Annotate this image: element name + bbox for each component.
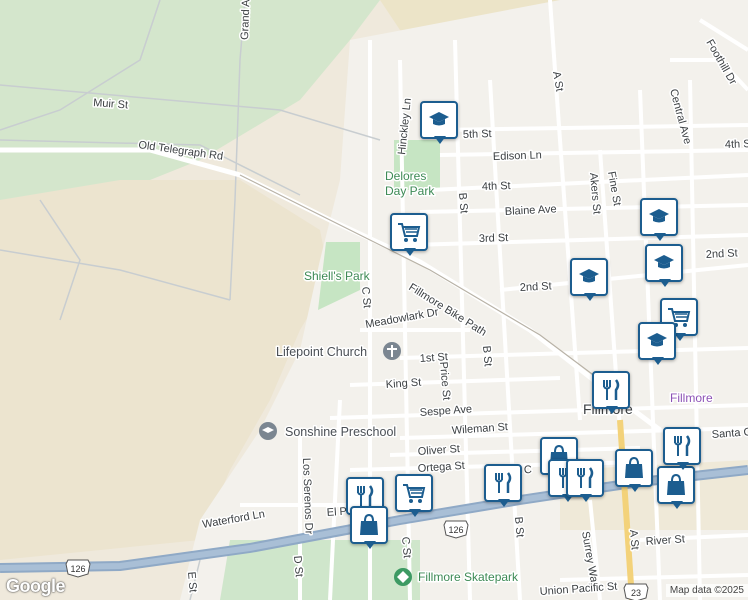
- skatepark-pin[interactable]: [394, 568, 412, 586]
- svg-text:126: 126: [70, 564, 85, 574]
- shopping-marker[interactable]: [390, 213, 428, 257]
- el-p-label: El P: [326, 506, 347, 519]
- store-marker[interactable]: [615, 449, 653, 493]
- shopping-cart-icon: [403, 484, 426, 503]
- school-marker[interactable]: [420, 101, 458, 145]
- b-st-lower-label: B St: [512, 516, 526, 538]
- map-attribution[interactable]: Map data ©2025: [665, 584, 748, 597]
- store-marker[interactable]: [657, 466, 695, 510]
- shopping-bag-icon: [625, 456, 643, 478]
- shopping-cart-icon: [398, 223, 421, 242]
- c-st-label: C St: [359, 286, 373, 308]
- d-st-label: D St: [291, 555, 305, 577]
- a-st-south-label: A St: [627, 529, 641, 550]
- school-marker[interactable]: [640, 198, 678, 242]
- route-shield-126-east: 126: [443, 520, 469, 539]
- e-st-label: E St: [185, 571, 199, 593]
- grand-ave-label: Grand Ave: [239, 0, 253, 40]
- third-st-label: 3rd St: [479, 232, 509, 245]
- shopping-bag-icon: [667, 473, 685, 495]
- svg-text:126: 126: [448, 525, 463, 535]
- school-marker[interactable]: [638, 322, 676, 366]
- lifepoint-church-label: Lifepoint Church: [276, 345, 367, 359]
- church-pin[interactable]: [383, 342, 401, 360]
- graduation-cap-icon: [429, 112, 449, 126]
- fork-knife-icon: [495, 472, 512, 493]
- fork-knife-icon: [603, 379, 620, 400]
- graduation-cap-icon: [649, 209, 669, 223]
- second-st-label: 2nd St: [520, 280, 552, 294]
- route-shield-23: 23: [623, 583, 649, 600]
- fillmore-purple-label: Fillmore: [670, 391, 713, 405]
- school-marker[interactable]: [570, 258, 608, 302]
- restaurant-marker[interactable]: [663, 427, 701, 471]
- graduation-cap-icon: [654, 255, 674, 269]
- restaurant-marker[interactable]: [592, 371, 630, 415]
- second-st-east-label: 2nd St: [706, 247, 738, 261]
- b-st-label: B St: [456, 192, 470, 214]
- fork-knife-icon: [674, 435, 691, 456]
- fourth-st-east-label: 4th St: [725, 138, 748, 151]
- c-st-south-label: C St: [399, 536, 413, 558]
- school-marker[interactable]: [645, 244, 683, 288]
- fifth-st-label: 5th St: [463, 128, 492, 141]
- route-shield-126-west: 126: [65, 559, 91, 578]
- shiells-park-label: Shiell's Park: [304, 269, 371, 283]
- shopping-bag-icon: [360, 513, 378, 535]
- graduation-cap-icon: [579, 269, 599, 283]
- muir-st-label: Muir St: [93, 97, 129, 111]
- delores-day-park-label-line2: Day Park: [385, 184, 435, 198]
- shopping-marker[interactable]: [395, 474, 433, 518]
- fillmore-skatepark-label: Fillmore Skatepark: [418, 570, 519, 584]
- edison-ln-label: Edison Ln: [493, 149, 542, 163]
- google-logo: Google: [6, 576, 66, 596]
- restaurant-marker[interactable]: [566, 459, 604, 503]
- king-st-label: King St: [385, 377, 421, 391]
- store-marker[interactable]: [350, 506, 388, 550]
- delores-day-park-label-line1: Delores: [385, 169, 426, 183]
- svg-text:23: 23: [631, 588, 641, 598]
- santa-c-label: Santa C: [711, 426, 748, 441]
- preschool-pin[interactable]: [259, 422, 277, 440]
- sonshine-preschool-label: Sonshine Preschool: [285, 425, 396, 439]
- b-st-south-label: B St: [480, 345, 494, 367]
- fork-knife-icon: [577, 467, 594, 488]
- graduation-cap-icon: [647, 333, 667, 347]
- fourth-st-label: 4th St: [482, 180, 511, 193]
- restaurant-marker[interactable]: [484, 464, 522, 508]
